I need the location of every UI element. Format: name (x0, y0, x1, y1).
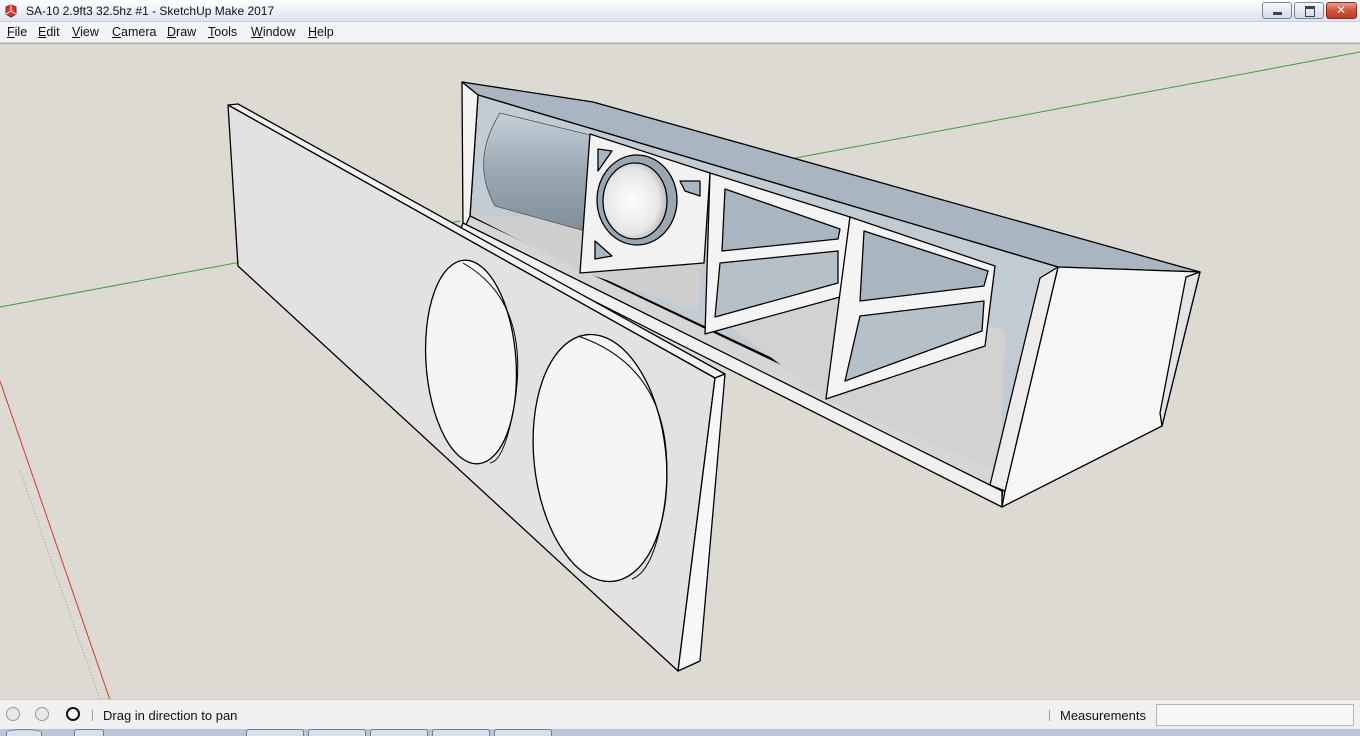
drawing-viewport[interactable] (0, 43, 1360, 700)
os-taskbar (0, 729, 1360, 736)
menu-help[interactable]: Help (308, 25, 334, 39)
geolocation-icon[interactable] (6, 707, 20, 721)
close-button[interactable] (1326, 2, 1357, 19)
measurements-label: Measurements (1060, 708, 1146, 723)
menu-edit[interactable]: Edit (38, 25, 60, 39)
status-bar: Drag in direction to pan Measurements (0, 699, 1360, 729)
model-canvas[interactable] (0, 44, 1360, 700)
menu-file[interactable]: File (7, 25, 27, 39)
status-message: Drag in direction to pan (103, 708, 238, 723)
menu-window[interactable]: Window (251, 25, 295, 39)
taskbar-button[interactable] (432, 729, 490, 736)
title-bar: SA-10 2.9ft3 32.5hz #1 - SketchUp Make 2… (0, 0, 1360, 22)
measurements-separator (1049, 710, 1050, 721)
user-account-icon[interactable] (66, 707, 80, 721)
axis-green-line-far (789, 51, 1360, 160)
menu-draw[interactable]: Draw (167, 25, 196, 39)
taskbar-button[interactable] (246, 729, 304, 736)
axis-red-line (0, 380, 111, 700)
menu-view[interactable]: View (72, 25, 99, 39)
sketchup-logo-icon (5, 4, 17, 18)
taskbar-button[interactable] (74, 729, 104, 736)
start-orb-icon[interactable] (6, 729, 42, 736)
credits-icon[interactable] (35, 707, 49, 721)
menu-camera[interactable]: Camera (112, 25, 156, 39)
window-title: SA-10 2.9ft3 32.5hz #1 - SketchUp Make 2… (26, 4, 275, 18)
measurements-input[interactable] (1156, 704, 1354, 726)
menu-tools[interactable]: Tools (208, 25, 237, 39)
minimize-button[interactable] (1262, 2, 1292, 19)
axis-blue-dotted-line (19, 470, 101, 700)
driver-cone (602, 162, 668, 240)
taskbar-button[interactable] (494, 729, 552, 736)
maximize-button[interactable] (1294, 2, 1324, 19)
status-separator (92, 710, 93, 721)
taskbar-button[interactable] (370, 729, 428, 736)
taskbar-button[interactable] (308, 729, 366, 736)
menu-bar: File Edit View Camera Draw Tools Window … (0, 22, 1360, 43)
